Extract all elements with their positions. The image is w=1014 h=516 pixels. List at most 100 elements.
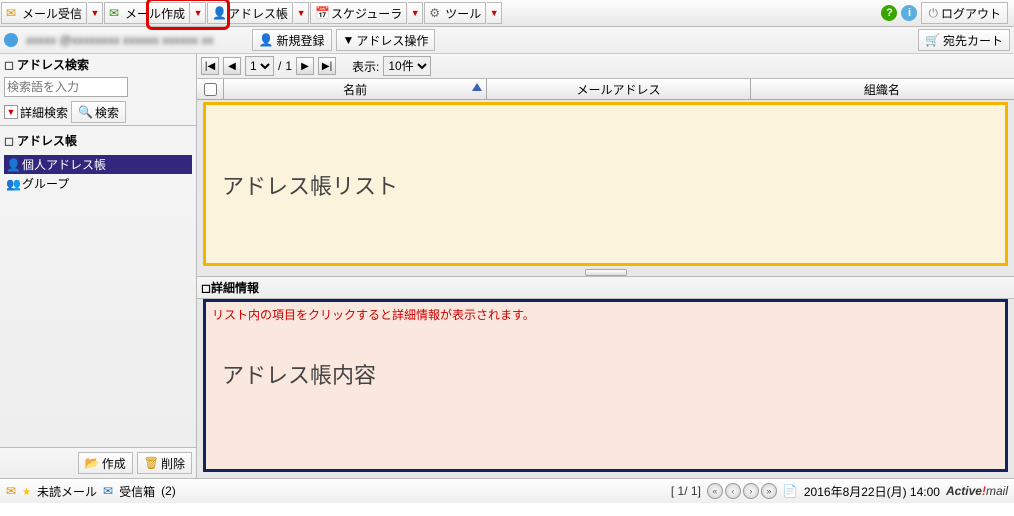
tree-item-personal[interactable]: 個人アドレス帳 [4, 155, 192, 174]
content-area: |◀ ◀ 1 / 1 ▶ ▶| 表示: 10件 名前 メールアドレ [197, 54, 1014, 478]
status-unread[interactable]: 未読メール [37, 483, 97, 500]
square-bullet-icon: ◻ [4, 58, 14, 72]
envelope-new-icon [109, 6, 123, 20]
envelope-unread-icon [6, 484, 16, 498]
delete-label: 削除 [161, 455, 185, 472]
per-page-select[interactable]: 10件 [383, 56, 431, 76]
address-ops-arrow: ▼ [343, 33, 355, 47]
scheduler-dropdown[interactable]: ▼ [408, 2, 423, 24]
help-icon[interactable]: ? [881, 5, 897, 21]
tools-label: ツール [445, 5, 481, 22]
logout-label: ログアウト [941, 5, 1001, 22]
status-pager-dots: « ‹ › » [707, 483, 777, 499]
display-label: 表示: [352, 58, 379, 75]
detail-search-label: 詳細検索 [20, 104, 68, 121]
status-inbox[interactable]: 受信箱 [119, 483, 155, 500]
create-button[interactable]: 作成 [78, 452, 133, 474]
mail-compose-dropdown[interactable]: ▼ [191, 2, 206, 24]
col-name[interactable]: 名前 [224, 79, 487, 99]
create-label: 作成 [102, 455, 126, 472]
detail-header: ◻ 詳細情報 [197, 276, 1014, 299]
search-header-label: アドレス検索 [17, 56, 89, 73]
gear-icon [429, 6, 443, 20]
square-bullet-icon: ◻ [4, 134, 14, 148]
mail-compose-button[interactable]: メール作成 [104, 2, 190, 24]
brand-logo: Active!mail [946, 484, 1008, 498]
address-book-dropdown[interactable]: ▼ [294, 2, 309, 24]
col-mail-label: メールアドレス [576, 81, 660, 98]
pager-bar: |◀ ◀ 1 / 1 ▶ ▶| 表示: 10件 [197, 54, 1014, 79]
splitter[interactable] [197, 268, 1014, 276]
search-controls: ▼ 詳細検索 検索 [0, 99, 196, 126]
col-org-label: 組織名 [864, 81, 900, 98]
search-box [0, 75, 196, 99]
toolbar-right: ? i ログアウト [881, 2, 1014, 24]
info-icon[interactable]: i [901, 5, 917, 21]
square-bullet-icon: ◻ [201, 281, 211, 295]
detail-overlay-label: アドレス帳内容 [222, 358, 376, 390]
status-pager-last[interactable]: » [761, 483, 777, 499]
splitter-handle-icon [585, 269, 627, 276]
address-tree: 個人アドレス帳 グループ [0, 151, 196, 447]
envelope-in-icon [6, 6, 20, 20]
page-total: 1 [285, 59, 292, 73]
folder-delete-icon [144, 456, 159, 470]
detail-area: リスト内の項目をクリックすると詳細情報が表示されます。 アドレス帳内容 [203, 299, 1008, 472]
page-date-icon [783, 484, 798, 498]
address-list-area[interactable]: アドレス帳リスト [203, 102, 1008, 266]
search-button-label: 検索 [95, 104, 119, 121]
detail-header-label: 詳細情報 [211, 279, 259, 296]
col-checkbox[interactable] [197, 79, 224, 99]
page-sep: / [278, 59, 281, 73]
envelope-inbox-icon [103, 484, 113, 498]
col-mail[interactable]: メールアドレス [487, 79, 750, 99]
pager-next[interactable]: ▶ [296, 57, 314, 75]
sub-toolbar: xxxxx @xxxxxxxx xxxxxx xxxxxx xx 新規登録 ▼ … [0, 27, 1014, 54]
status-pager-first[interactable]: « [707, 483, 723, 499]
dest-cart-button[interactable]: 宛先カート [918, 29, 1010, 51]
power-icon [928, 6, 938, 21]
new-register-label: 新規登録 [276, 32, 324, 49]
mail-compose-label: メール作成 [125, 5, 185, 22]
logout-button[interactable]: ログアウト [921, 2, 1008, 24]
scheduler-button[interactable]: スケジューラ [310, 2, 407, 24]
folder-create-icon [85, 456, 100, 470]
status-pager-prev[interactable]: ‹ [725, 483, 741, 499]
address-book-icon [212, 6, 226, 20]
address-book-button[interactable]: アドレス帳 [207, 2, 293, 24]
mail-receive-button[interactable]: メール受信 [1, 2, 87, 24]
search-button[interactable]: 検索 [71, 101, 126, 123]
detail-search-toggle[interactable]: ▼ 詳細検索 [4, 104, 68, 121]
mail-receive-dropdown[interactable]: ▼ [88, 2, 103, 24]
star-icon [22, 484, 31, 498]
tree-item-label: 個人アドレス帳 [22, 156, 106, 173]
sidebar-bottom: 作成 削除 [0, 447, 196, 478]
search-input[interactable] [4, 77, 128, 97]
status-pager-next[interactable]: › [743, 483, 759, 499]
address-ops-label: アドレス操作 [356, 32, 428, 49]
detail-hint: リスト内の項目をクリックすると詳細情報が表示されます。 [206, 302, 1005, 327]
page-select[interactable]: 1 [245, 56, 274, 76]
delete-button[interactable]: 削除 [137, 452, 192, 474]
tools-button[interactable]: ツール [424, 2, 486, 24]
col-org[interactable]: 組織名 [751, 79, 1014, 99]
toolbar-left: メール受信 ▼ メール作成 ▼ アドレス帳 ▼ スケジューラ ▼ ツール ▼ [0, 0, 502, 26]
status-datetime: 2016年8月22日(月) 14:00 [804, 483, 940, 500]
tools-dropdown[interactable]: ▼ [487, 2, 502, 24]
search-icon [78, 105, 93, 119]
status-inbox-count: (2) [161, 484, 176, 498]
pager-first[interactable]: |◀ [201, 57, 219, 75]
main-toolbar: メール受信 ▼ メール作成 ▼ アドレス帳 ▼ スケジューラ ▼ ツール ▼ ?… [0, 0, 1014, 27]
pager-prev[interactable]: ◀ [223, 57, 241, 75]
user-avatar-icon [4, 33, 18, 47]
new-register-button[interactable]: 新規登録 [252, 29, 332, 51]
pager-last[interactable]: ▶| [318, 57, 336, 75]
address-ops-button[interactable]: ▼ アドレス操作 [336, 29, 436, 51]
tree-item-group[interactable]: グループ [4, 174, 192, 193]
scheduler-label: スケジューラ [331, 5, 402, 22]
select-all-checkbox[interactable] [204, 83, 217, 96]
new-register-icon [259, 33, 274, 47]
list-overlay-label: アドレス帳リスト [222, 169, 398, 201]
person-icon [6, 158, 20, 172]
mail-receive-label: メール受信 [22, 5, 82, 22]
